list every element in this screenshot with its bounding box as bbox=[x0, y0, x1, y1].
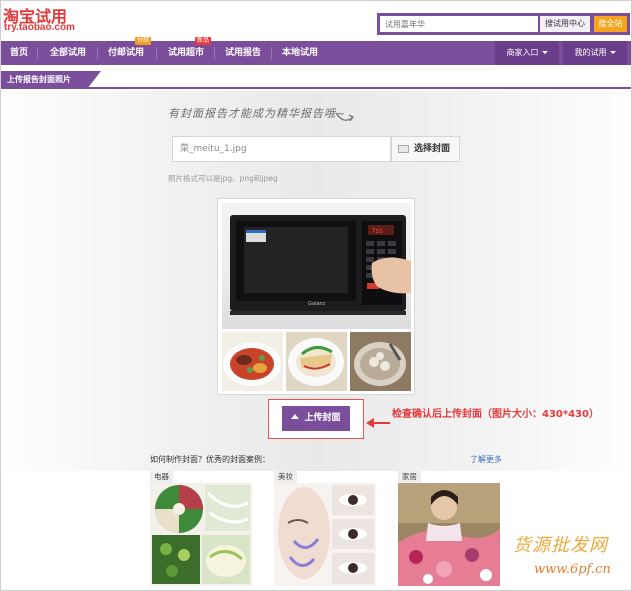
example-image bbox=[150, 483, 252, 586]
microwave-photo: Galanz TSS bbox=[222, 203, 411, 329]
my-trial-label: 我的试用 bbox=[574, 48, 607, 57]
food-photo-thumb bbox=[286, 332, 347, 391]
microwave-image: Galanz TSS bbox=[230, 215, 411, 315]
example-cover-beauty[interactable] bbox=[274, 483, 376, 586]
category-label-home: 家居 bbox=[398, 471, 421, 483]
nav-divider bbox=[37, 47, 38, 59]
upload-cover-button[interactable]: 上传封面 bbox=[282, 406, 350, 431]
choose-cover-button[interactable]: 选择封面 bbox=[391, 136, 460, 162]
cover-hint: 有封面报告才能成为精华报告哦~ bbox=[168, 107, 347, 120]
chevron-down-icon bbox=[541, 51, 548, 54]
file-name-field[interactable]: 菜_meitu_1.jpg bbox=[172, 136, 391, 162]
nav-divider bbox=[156, 47, 157, 59]
learn-more-link[interactable]: 了解更多 bbox=[470, 454, 502, 465]
nav-divider bbox=[271, 47, 272, 59]
nav-item-local-trials[interactable]: 本地试用 bbox=[277, 41, 323, 65]
chevron-down-icon bbox=[609, 51, 616, 54]
svg-text:Galanz: Galanz bbox=[308, 301, 326, 307]
svg-text:TSS: TSS bbox=[372, 228, 383, 235]
food-image bbox=[350, 332, 411, 391]
nav-divider bbox=[97, 47, 98, 59]
nav-item-all-trials[interactable]: 全部试用 bbox=[45, 41, 91, 65]
upload-highlight-box: 上传封面 bbox=[268, 399, 364, 439]
examples-title: 如何制作封面？优秀的封面案例： bbox=[150, 455, 270, 464]
example-cover-home[interactable] bbox=[398, 483, 500, 586]
example-cover-appliances[interactable] bbox=[150, 483, 252, 586]
section-title: 上传报告封面照片 bbox=[1, 71, 87, 89]
search-box: 搜试用中心 搜全站 bbox=[377, 13, 630, 35]
format-note: 照片格式可以是jpg、png和jpeg bbox=[168, 174, 278, 183]
logo-url[interactable]: try.taobao.com bbox=[4, 22, 75, 33]
example-image bbox=[398, 483, 500, 586]
food-image bbox=[286, 332, 347, 391]
image-icon bbox=[398, 145, 409, 153]
main-nav: 首页 全部试用 付邮试用 试用超市 试用报告 本地试用 商家入口 我的试用 bbox=[1, 41, 631, 65]
upload-annotation: 检查确认后上传封面（图片大小：430*430） bbox=[392, 409, 599, 420]
cover-preview: Galanz TSS bbox=[217, 198, 415, 395]
food-image bbox=[222, 332, 283, 391]
search-all-button[interactable]: 搜全站 bbox=[594, 16, 627, 32]
food-photo-thumb bbox=[350, 332, 411, 391]
upload-cover-label: 上传封面 bbox=[304, 413, 341, 423]
section-tab-corner bbox=[87, 71, 101, 89]
my-trial-dropdown[interactable]: 我的试用 bbox=[563, 41, 627, 65]
watermark-url: www.6pf.cn bbox=[534, 562, 611, 577]
category-label-beauty: 美妆 bbox=[274, 471, 297, 483]
top-header: 淘宝试用 try.taobao.com 搜试用中心 搜全站 bbox=[1, 1, 631, 41]
category-label-appliances: 电器 bbox=[150, 471, 173, 483]
search-input[interactable] bbox=[380, 16, 538, 32]
red-arrow-icon bbox=[366, 418, 390, 428]
section-header: 上传报告封面照片 bbox=[1, 71, 631, 89]
nav-item-trial-reports[interactable]: 试用报告 bbox=[220, 41, 266, 65]
food-photo-thumb bbox=[222, 332, 283, 391]
merchant-entry-dropdown[interactable]: 商家入口 bbox=[495, 41, 559, 65]
choose-cover-label: 选择封面 bbox=[414, 144, 451, 154]
example-image bbox=[274, 483, 376, 586]
page: 淘宝试用 try.taobao.com 搜试用中心 搜全站 首页 全部试用 付邮… bbox=[0, 0, 632, 591]
merchant-entry-label: 商家入口 bbox=[506, 48, 539, 57]
nav-divider bbox=[214, 47, 215, 59]
upload-icon bbox=[291, 414, 300, 419]
watermark-text: 货源批发网 bbox=[513, 535, 608, 556]
curved-arrow-icon bbox=[335, 112, 355, 122]
nav-item-home[interactable]: 首页 bbox=[7, 41, 31, 65]
new-badge: 新品 bbox=[195, 37, 212, 45]
search-trial-button[interactable]: 搜试用中心 bbox=[540, 16, 590, 32]
postage-badge: 付邮 bbox=[135, 37, 152, 45]
